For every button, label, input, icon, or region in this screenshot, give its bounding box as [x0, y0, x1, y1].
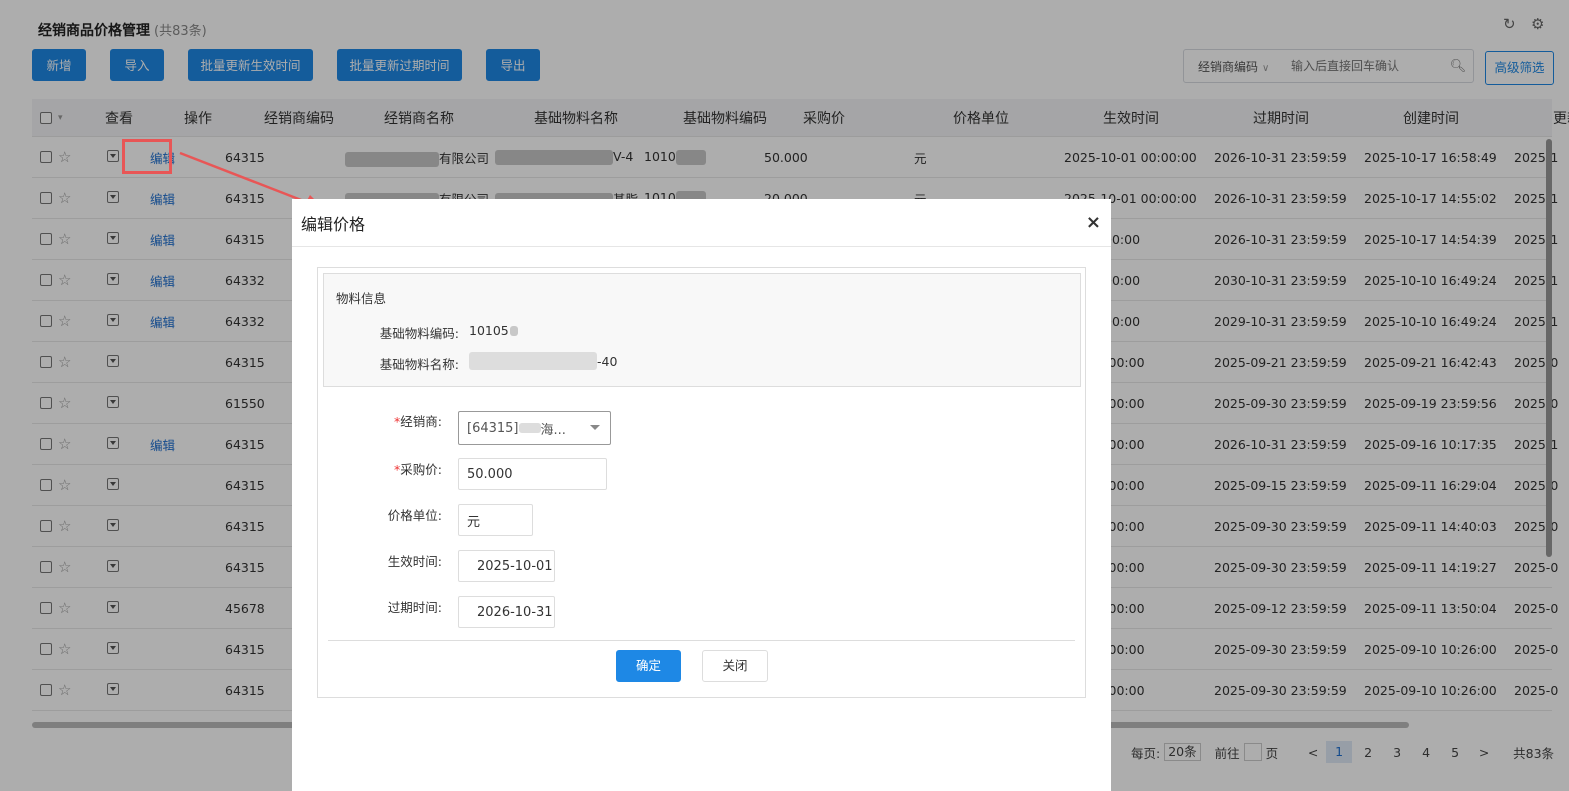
confirm-button[interactable]: 确定 — [616, 650, 681, 682]
dialog-body: 物料信息 基础物料编码: 10105 基础物料名称: -40 *经销商: [64… — [317, 267, 1086, 698]
material-info-panel: 物料信息 基础物料编码: 10105 基础物料名称: -40 — [323, 273, 1081, 387]
divider — [328, 640, 1075, 641]
dealer-label: *经销商: — [394, 414, 442, 429]
close-icon[interactable]: × — [1086, 212, 1101, 233]
material-name-label: 基础物料名称: — [379, 357, 459, 372]
effective-date-label: 生效时间: — [387, 554, 442, 569]
price-input[interactable]: 50.000 — [458, 458, 607, 490]
price-label: *采购价: — [394, 462, 442, 477]
unit-input[interactable]: 元 — [458, 504, 533, 536]
material-info-title: 物料信息 — [336, 291, 387, 306]
edit-price-dialog: 编辑价格 × 物料信息 基础物料编码: 10105 基础物料名称: -40 *经… — [292, 199, 1111, 791]
unit-label: 价格单位: — [387, 508, 442, 523]
highlight-box — [122, 139, 172, 174]
material-name-value: -40 — [469, 352, 617, 370]
dealer-select[interactable]: [64315] 海... — [458, 411, 611, 445]
dialog-title: 编辑价格 — [301, 214, 366, 234]
redacted-block — [518, 423, 541, 433]
redacted-block — [469, 352, 597, 370]
expire-date-input[interactable]: 2026-10-31 — [458, 596, 555, 628]
material-code-label: 基础物料编码: — [379, 326, 459, 341]
material-code-value: 10105 — [469, 323, 518, 338]
redacted-block — [509, 325, 518, 336]
dialog-header: 编辑价格 × — [292, 199, 1111, 247]
expire-date-label: 过期时间: — [387, 600, 442, 615]
effective-date-input[interactable]: 2025-10-01 — [458, 550, 555, 582]
close-button[interactable]: 关闭 — [702, 650, 768, 682]
chevron-down-icon — [590, 425, 600, 430]
